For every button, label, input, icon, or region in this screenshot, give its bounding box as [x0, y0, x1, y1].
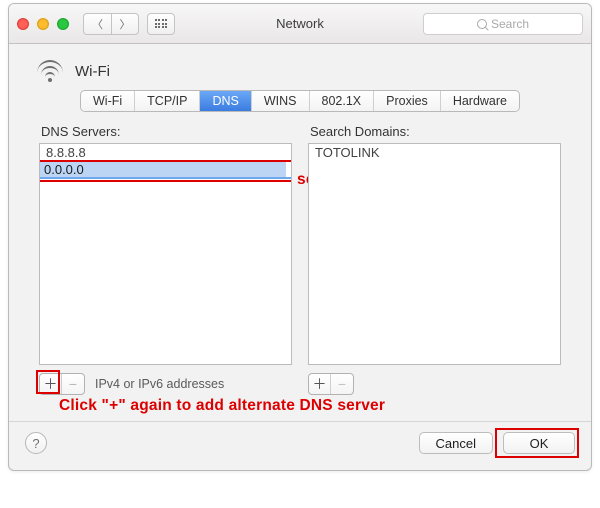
- dns-entry[interactable]: 8.8.8.8: [40, 144, 291, 161]
- grid-icon: [155, 19, 168, 28]
- cancel-button[interactable]: Cancel: [419, 432, 493, 454]
- close-window-button[interactable]: [17, 18, 29, 30]
- search-domain-entry[interactable]: TOTOLINK: [309, 144, 560, 161]
- search-domains-column: Search Domains: TOTOLINK: [308, 122, 561, 365]
- dns-entry-input[interactable]: [40, 162, 286, 177]
- tab-8021x[interactable]: 802.1X: [310, 91, 375, 111]
- minimize-window-button[interactable]: [37, 18, 49, 30]
- tab-proxies[interactable]: Proxies: [374, 91, 441, 111]
- dns-servers-label: DNS Servers:: [41, 124, 292, 139]
- help-button[interactable]: ?: [25, 432, 47, 454]
- interface-header: Wi-Fi: [9, 44, 591, 90]
- search-domains-list[interactable]: TOTOLINK: [308, 143, 561, 365]
- tab-dns[interactable]: DNS: [200, 91, 251, 111]
- dns-add-button[interactable]: ＋: [40, 374, 62, 394]
- search-icon: [477, 19, 487, 29]
- dns-servers-column: DNS Servers: 8.8.8.8: [39, 122, 292, 365]
- settings-tabs: Wi-Fi TCP/IP DNS WINS 802.1X Proxies Har…: [80, 90, 520, 112]
- wifi-icon: [35, 60, 65, 82]
- dns-hint: IPv4 or IPv6 addresses: [95, 377, 224, 391]
- back-button[interactable]: 〈: [83, 13, 111, 35]
- search-domains-add-remove: ＋ −: [308, 367, 561, 395]
- add-remove-row: ＋ − IPv4 or IPv6 addresses ＋ −: [9, 367, 591, 395]
- annotation-text-2: Click "+" again to add alternate DNS ser…: [9, 395, 591, 415]
- dns-basepm: ＋ −: [39, 373, 85, 395]
- sheet-footer: ? Cancel OK: [9, 421, 591, 470]
- zoom-window-button[interactable]: [57, 18, 69, 30]
- tab-tcpip[interactable]: TCP/IP: [135, 91, 200, 111]
- forward-button[interactable]: 〉: [111, 13, 139, 35]
- search-domain-remove-button[interactable]: −: [331, 374, 353, 394]
- search-domain-add-button[interactable]: ＋: [309, 374, 331, 394]
- dns-panel: DNS Servers: 8.8.8.8 Search Domains: TOT…: [9, 122, 591, 365]
- dns-entry-editing[interactable]: [40, 162, 291, 177]
- search-placeholder: Search: [491, 17, 529, 31]
- ok-button[interactable]: OK: [503, 432, 575, 454]
- interface-name: Wi-Fi: [75, 63, 110, 80]
- search-field[interactable]: Search: [423, 13, 583, 35]
- sd-basepm: ＋ −: [308, 373, 354, 395]
- titlebar: 〈 〉 Network Search: [9, 4, 591, 44]
- nav-buttons: 〈 〉: [83, 13, 139, 35]
- dns-remove-button[interactable]: −: [62, 374, 84, 394]
- show-all-button[interactable]: [147, 13, 175, 35]
- tab-wifi[interactable]: Wi-Fi: [81, 91, 135, 111]
- tabs-row: Wi-Fi TCP/IP DNS WINS 802.1X Proxies Har…: [9, 90, 591, 122]
- preferences-window: 〈 〉 Network Search Wi-Fi Wi-Fi TCP/IP DN…: [8, 3, 592, 471]
- tab-hardware[interactable]: Hardware: [441, 91, 519, 111]
- dns-servers-list[interactable]: 8.8.8.8: [39, 143, 292, 365]
- dns-add-remove: ＋ − IPv4 or IPv6 addresses: [39, 367, 292, 395]
- search-domains-label: Search Domains:: [310, 124, 561, 139]
- tab-wins[interactable]: WINS: [252, 91, 310, 111]
- window-controls: [17, 18, 69, 30]
